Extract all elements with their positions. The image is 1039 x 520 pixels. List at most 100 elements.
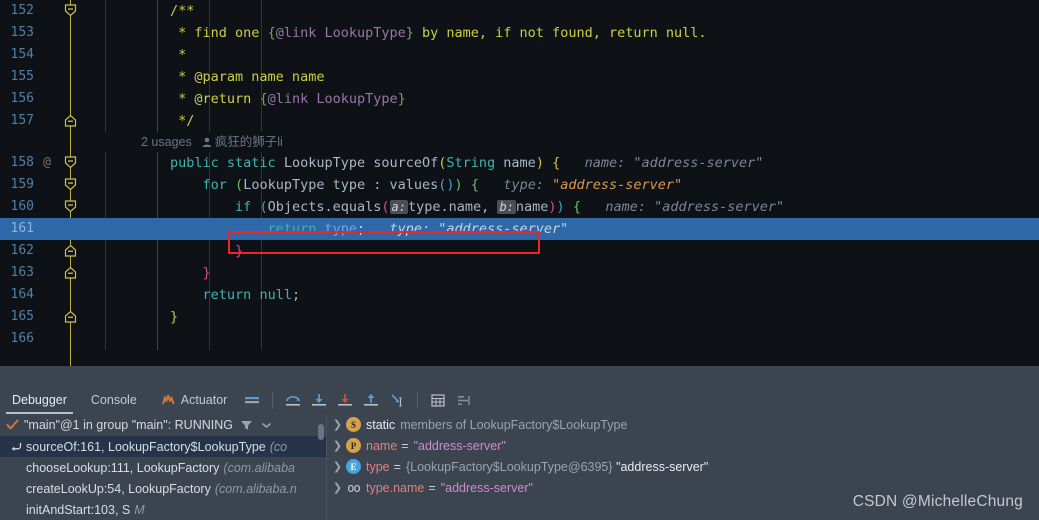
code-editor[interactable]: 152 /** 153 * find one {@link LookupType}… [0,0,1039,366]
fold-marker-collapse-end[interactable] [64,244,77,257]
tab-debugger[interactable]: Debugger [0,386,79,414]
watermark-text: CSDN @MichelleChung [852,493,1023,510]
indent-guide [209,306,210,328]
variable-equals: = [401,438,409,453]
fold-marker-collapse-start[interactable] [64,4,77,17]
code-line-154[interactable]: 154 * [0,44,1039,66]
indent-guide [157,328,158,350]
line-number: 160 [10,199,34,214]
usages-count[interactable]: 2 usages [141,135,192,149]
step-over-icon[interactable] [282,389,304,411]
stack-frame-row[interactable]: sourceOf:161, LookupFactory$LookupType (c… [0,436,326,457]
layout-settings-icon[interactable] [241,389,263,411]
variable-row[interactable]: ❯ Sstatic members of LookupFactory$LookupT… [327,414,1039,435]
code-line-152[interactable]: 152 /** [0,0,1039,22]
evaluate-expression-icon[interactable] [427,389,449,411]
step-out-icon[interactable] [360,389,382,411]
frame-package: (co [269,439,288,454]
variable-reference: {LookupFactory$LookupType@6395} [405,459,617,474]
code-lines: 152 /** 153 * find one {@link LookupType}… [0,0,1039,350]
code-line-165[interactable]: 165 } [0,306,1039,328]
force-step-into-icon[interactable] [334,389,356,411]
fold-marker-collapse-start[interactable] [64,156,77,169]
code-text: } [105,265,211,281]
code-text: if (Objects.equals(a: type.name, b: name))… [105,199,785,215]
tab-debugger-label: Debugger [12,393,67,407]
code-line-159[interactable]: 159 for (LookupType type : values()) { t… [0,174,1039,196]
thread-selector[interactable]: "main"@1 in group "main": RUNNING [0,414,326,436]
code-line-161[interactable]: 161 return type; type: "address-server" [0,218,1039,240]
tab-actuator[interactable]: Actuator [149,386,240,414]
line-number: 157 [10,113,34,128]
fold-marker-collapse-end[interactable] [64,114,77,127]
variable-name: type.name [366,480,425,495]
check-icon [6,419,19,431]
toolbar-divider [272,391,274,409]
code-text: public static LookupType sourceOf(String… [105,155,764,171]
variable-description: members of LookupFactory$LookupType [400,417,628,432]
fold-marker-collapse-end[interactable] [64,266,77,279]
stack-frame-row[interactable]: chooseLookup:111, LookupFactory (com.alib… [0,457,326,478]
indent-guide [209,110,210,132]
indent-guide [261,240,262,262]
code-line-153[interactable]: 153 * find one {@link LookupType} by nam… [0,22,1039,44]
variable-row[interactable]: ❯ Pname = "address-server" [327,435,1039,456]
fold-marker-collapse-start[interactable] [64,178,77,191]
code-author: 疯狂的狮子li [202,135,283,149]
variable-row[interactable]: ❯ Etype = {LookupFactory$LookupType@6395} "… [327,456,1039,477]
primitive-field-icon: P [346,438,361,453]
frames-panel[interactable]: "main"@1 in group "main": RUNNING source… [0,414,326,520]
code-line-166[interactable]: 166 [0,328,1039,350]
frame-method: chooseLookup:111, LookupFactory [26,460,220,475]
code-line-155[interactable]: 155 * @param name name [0,66,1039,88]
tab-console-label: Console [90,393,137,407]
indent-guide [261,262,262,284]
line-number: 154 [10,47,34,62]
code-line-156[interactable]: 156 * @return {@link LookupType} [0,88,1039,110]
frames-scrollbar[interactable] [318,424,324,440]
indent-guide [261,44,262,66]
thread-label: "main"@1 in group "main": RUNNING [24,418,233,432]
code-line-163[interactable]: 163 } [0,262,1039,284]
code-line-157[interactable]: 157 */ [0,110,1039,132]
indent-guide [105,328,106,350]
run-to-cursor-icon[interactable] [386,389,408,411]
variable-value: "address-server" [413,438,506,453]
chevron-right-icon[interactable]: ❯ [331,481,344,494]
code-text: * [105,47,187,63]
code-line-160[interactable]: 160 if (Objects.equals(a: type.name, b: na… [0,196,1039,218]
variable-value: "address-server" [616,459,709,474]
line-number: 166 [10,331,34,346]
chevron-down-icon[interactable] [261,421,272,429]
filter-icon[interactable] [240,419,253,431]
step-into-icon[interactable] [308,389,330,411]
chevron-right-icon[interactable]: ❯ [331,460,344,473]
code-text: */ [105,113,195,129]
stack-frame-row[interactable]: initAndStart:103, SM [0,499,326,520]
line-number: 156 [10,91,34,106]
line-number: 153 [10,25,34,40]
line-number: 164 [10,287,34,302]
annotation-gutter-icon[interactable]: @ [38,152,56,174]
debug-tabbar[interactable]: Debugger Console Actuator [0,386,1039,414]
code-line-162[interactable]: 162 } [0,240,1039,262]
code-line-158[interactable]: 158 @ public static LookupType sourceOf(S… [0,152,1039,174]
tab-console[interactable]: Console [79,386,149,414]
sort-variables-icon[interactable] [453,389,475,411]
fold-marker-collapse-end[interactable] [64,310,77,323]
frame-package: M [134,502,145,517]
actuator-icon [161,393,176,407]
code-line-164[interactable]: 164 return null; [0,284,1039,306]
chevron-right-icon[interactable]: ❯ [331,439,344,452]
enum-field-icon: E [346,459,361,474]
chevron-right-icon[interactable]: ❯ [331,418,344,431]
stack-frame-row[interactable]: createLookUp:54, LookupFactory (com.aliba… [0,478,326,499]
fold-marker-collapse-start[interactable] [64,200,77,213]
line-number: 161 [10,221,34,236]
indent-guide [261,110,262,132]
code-text: * @param name name [105,69,325,85]
frame-method: sourceOf:161, LookupFactory$LookupType [26,439,266,454]
usages-inlay[interactable]: 2 usages 疯狂的狮子li [0,132,1039,152]
line-number: 152 [10,3,34,18]
tab-actuator-label: Actuator [180,393,228,407]
